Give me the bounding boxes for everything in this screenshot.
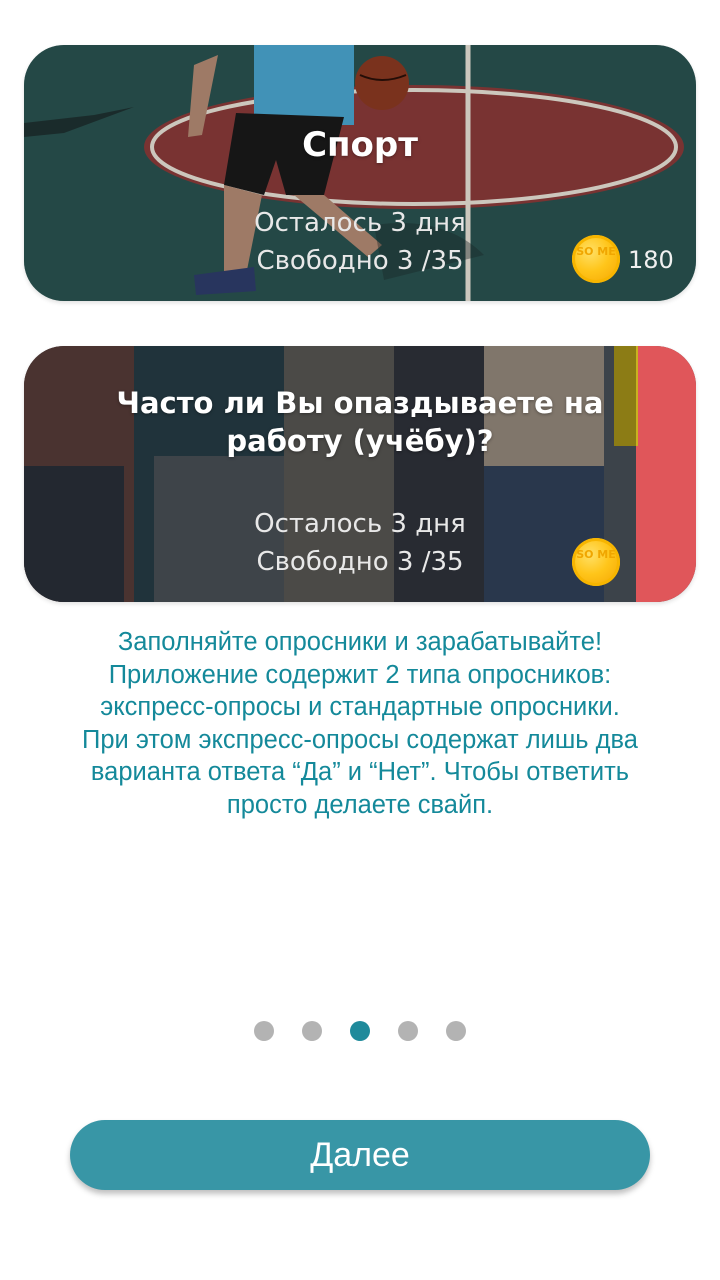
page-dot-4[interactable] [398, 1021, 418, 1041]
description-line: Приложение содержит 2 типа опросников: [108, 660, 612, 689]
description-line: экспресс-опросы и стандартные опросники. [100, 693, 620, 721]
reward-amount: 180 [628, 246, 674, 274]
page-dot-1[interactable] [254, 1021, 274, 1041]
coin-icon: SO ME [572, 235, 620, 283]
description-line: Заполняйте опросники и зарабатывайте! [117, 628, 603, 656]
page-indicator [0, 1021, 720, 1043]
description-line: просто делаете свайп. [226, 790, 494, 819]
survey-card-lateness[interactable]: Часто ли Вы опаздываете на работу (учёбу… [24, 346, 696, 602]
survey-card-sport[interactable]: Спорт Осталось 3 дня Свободно 3 /35 SO M… [24, 45, 696, 301]
page-dot-5[interactable] [446, 1021, 466, 1041]
page-dot-3-active[interactable] [350, 1021, 370, 1041]
card-title: Спорт [302, 125, 418, 165]
coin-logo: SO ME [576, 245, 616, 258]
card-title: Часто ли Вы опаздываете на работу (учёбу… [116, 386, 604, 458]
next-button[interactable]: Далее [70, 1120, 650, 1190]
description-line: При этом экспресс-опросы содержат лишь д… [82, 725, 638, 754]
coin-icon: SO ME [572, 538, 620, 586]
description-line: варианта ответа “Да” и “Нет”. Чтобы отве… [90, 758, 630, 786]
onboarding-description: Заполняйте опросники и зарабатывайте! Пр… [30, 626, 690, 821]
page-dot-2[interactable] [302, 1021, 322, 1041]
coin-logo: SO ME [576, 548, 616, 561]
